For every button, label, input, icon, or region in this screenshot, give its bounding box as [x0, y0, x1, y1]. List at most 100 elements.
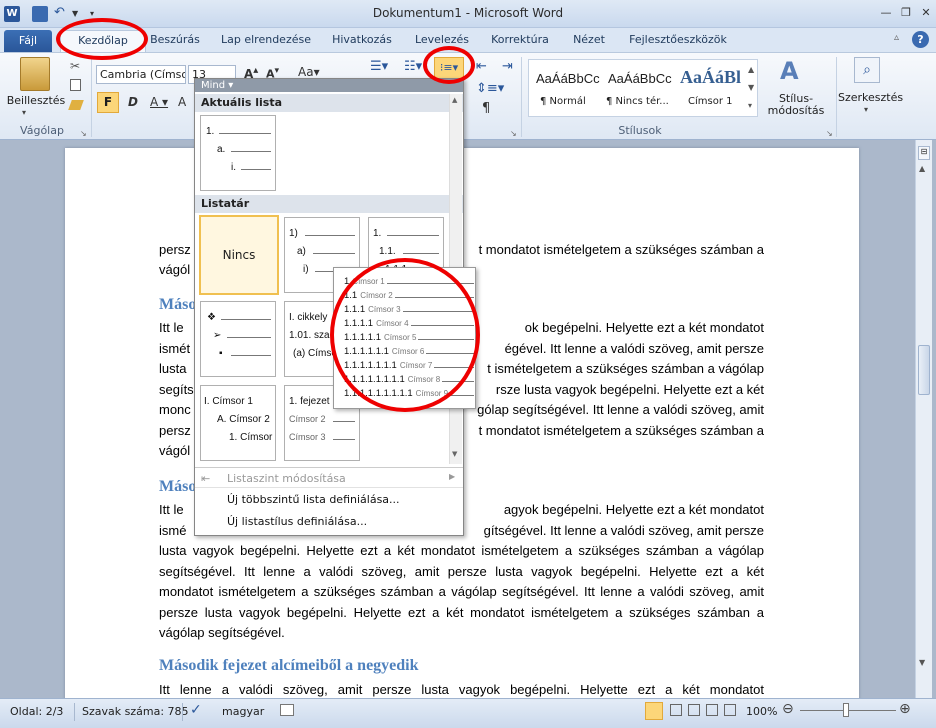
web-layout-view-icon[interactable]: [688, 704, 700, 716]
style-tile-heading1-preview[interactable]: AaÁáBl: [680, 67, 741, 88]
bullets-icon[interactable]: ☰▾: [370, 59, 388, 74]
list-num: A. Címsor 2: [217, 414, 270, 425]
font-color-icon[interactable]: A: [178, 95, 186, 109]
tab-references[interactable]: Hivatkozás: [330, 28, 394, 52]
zoom-level[interactable]: 100%: [746, 705, 777, 718]
doc-text: Itt le: [159, 320, 184, 335]
zoom-slider-thumb[interactable]: [843, 703, 849, 717]
change-list-level-item[interactable]: Listaszint módosítása: [227, 472, 346, 485]
tab-review[interactable]: Korrektúra: [488, 28, 552, 52]
zoom-out-icon[interactable]: ⊖: [782, 701, 794, 717]
change-styles-button[interactable]: Stílus- módosítás: [762, 93, 830, 117]
dropdown-scroll-down-icon[interactable]: ▼: [452, 450, 457, 458]
scroll-up-icon[interactable]: ▲: [919, 164, 925, 173]
editing-button[interactable]: Szerkesztés: [838, 91, 903, 104]
line-spacing-icon[interactable]: ⇕≡▾: [476, 81, 504, 96]
list-num: i): [303, 264, 309, 275]
dropdown-scroll-up-icon[interactable]: ▲: [452, 96, 457, 104]
help-icon[interactable]: ?: [912, 31, 929, 48]
numbering-icon[interactable]: ☷▾: [404, 59, 422, 74]
restore-icon[interactable]: ❐: [898, 6, 914, 20]
tab-file[interactable]: Fájl: [4, 30, 52, 52]
tab-developer[interactable]: Fejlesztőeszközök: [626, 28, 730, 52]
font-name-field[interactable]: Cambria (Címso: [96, 65, 186, 84]
cut-icon[interactable]: ✂: [70, 59, 80, 73]
filter-bar[interactable]: Mind ▾: [195, 79, 463, 92]
macro-record-icon[interactable]: [280, 704, 294, 716]
list-num: 1.01. sza: [289, 330, 330, 341]
proofing-icon[interactable]: ✓: [190, 702, 202, 718]
status-bar: Oldal: 2/3 Szavak száma: 785 ✓ magyar 10…: [0, 698, 936, 728]
tab-insert[interactable]: Beszúrás: [148, 28, 202, 52]
list-num: 1.: [206, 126, 215, 137]
fullscreen-view-icon[interactable]: [670, 704, 682, 716]
list-lib-none[interactable]: Nincs: [199, 215, 279, 295]
paste-icon[interactable]: [20, 57, 50, 91]
page-count[interactable]: Oldal: 2/3: [10, 705, 63, 718]
paste-dropdown-icon[interactable]: ▾: [22, 108, 26, 117]
show-formatting-icon[interactable]: ¶: [482, 101, 490, 116]
list-num: a): [297, 246, 306, 257]
italic-icon[interactable]: D: [128, 95, 138, 109]
list-lib-heading-roman[interactable]: I. Címsor 1 A. Címsor 2 1. Címsor: [200, 385, 276, 461]
doc-text: mondatot ismételgetem a szükséges számba…: [159, 584, 764, 599]
define-list-style-item[interactable]: Új listastílus definiálása...: [227, 515, 367, 528]
word-count[interactable]: Szavak száma: 785: [82, 705, 189, 718]
list-num: Címsor 2: [289, 414, 326, 424]
clipboard-launcher-icon[interactable]: ↘: [80, 129, 87, 138]
doc-text: vágól: [159, 443, 191, 458]
style-tile-normal-label[interactable]: ¶ Normál: [540, 96, 586, 107]
styles-scroll-icon[interactable]: ▲ ▼ ▾: [748, 61, 754, 115]
copy-icon[interactable]: [70, 79, 81, 91]
increase-indent-icon[interactable]: ⇥: [502, 59, 513, 74]
tab-page-layout[interactable]: Lap elrendezése: [218, 28, 314, 52]
doc-text: lusta: [159, 361, 187, 376]
minimize-icon[interactable]: —: [878, 6, 894, 20]
doc-text: t ismételgetem a szükséges számban a vág…: [487, 361, 764, 376]
language[interactable]: magyar: [222, 705, 264, 718]
vertical-scrollbar[interactable]: ⊟ ▲ ▼: [915, 140, 932, 698]
heading-2: Második fejezet alcímeiből a negyedik: [159, 657, 419, 674]
print-layout-view-icon[interactable]: [645, 702, 663, 720]
draft-view-icon[interactable]: [724, 704, 736, 716]
list-num: 1. Címsor: [229, 432, 273, 443]
doc-text: lusta vagyok begépelni. Helyette ezt a k…: [159, 543, 764, 558]
close-icon[interactable]: ✕: [918, 6, 934, 20]
style-tile-heading1-label[interactable]: Címsor 1: [688, 96, 732, 107]
format-painter-icon[interactable]: [68, 100, 84, 110]
highlight-circle-multilevel-button: [423, 46, 475, 84]
list-num: 1.: [373, 228, 382, 239]
list-num: 1.1.: [379, 246, 396, 257]
find-binoculars-icon[interactable]: ⌕: [854, 57, 880, 83]
style-tile-nospace-preview[interactable]: AaÁáBbCc: [608, 71, 672, 86]
paste-button[interactable]: Beillesztés: [6, 94, 66, 107]
bold-button[interactable]: F: [97, 92, 119, 113]
doc-text: vágól: [159, 262, 191, 277]
zoom-in-icon[interactable]: ⊕: [899, 701, 911, 717]
styles-launcher-icon[interactable]: ↘: [826, 129, 833, 138]
submenu-arrow-icon: ▶: [449, 472, 456, 481]
editing-dropdown-icon[interactable]: ▾: [864, 105, 868, 114]
style-tile-normal-preview[interactable]: AaÁáBbCc: [536, 71, 600, 86]
minimize-ribbon-icon[interactable]: ▵: [894, 32, 899, 43]
paragraph-launcher-icon[interactable]: ↘: [510, 129, 517, 138]
current-list-thumb[interactable]: 1. a. i.: [200, 115, 276, 191]
scroll-down-icon[interactable]: ▼: [919, 658, 925, 667]
clipboard-group-label: Vágólap: [20, 124, 64, 137]
define-multilevel-list-item[interactable]: Új többszintű lista definiálása...: [227, 493, 400, 506]
decrease-indent-icon[interactable]: ⇤: [476, 59, 487, 74]
change-styles-icon[interactable]: A: [780, 57, 799, 85]
outline-view-icon[interactable]: [706, 704, 718, 716]
ruler-toggle-icon[interactable]: ⊟: [918, 146, 930, 160]
doc-text: persze lusta vagyok begépelni. Helyette …: [159, 604, 764, 620]
title-bar: W ↶ ▼ ▾ Dokumentum1 - Microsoft Word — ❐…: [0, 0, 936, 28]
change-case-icon[interactable]: Aa▾: [298, 65, 320, 79]
style-tile-nospace-label[interactable]: ¶ Nincs tér...: [606, 96, 669, 107]
doc-text: égével. Itt lenne a valódi szöveg, amit …: [504, 340, 764, 356]
styles-group-label: Stílusok: [618, 124, 662, 137]
doc-text: vágólap segítségével.: [159, 625, 285, 640]
scrollbar-thumb[interactable]: [918, 345, 930, 395]
tab-view[interactable]: Nézet: [566, 28, 612, 52]
list-lib-bullets[interactable]: ❖ ➢ ▪: [200, 301, 276, 377]
underline-icon[interactable]: A ▾: [150, 95, 168, 109]
